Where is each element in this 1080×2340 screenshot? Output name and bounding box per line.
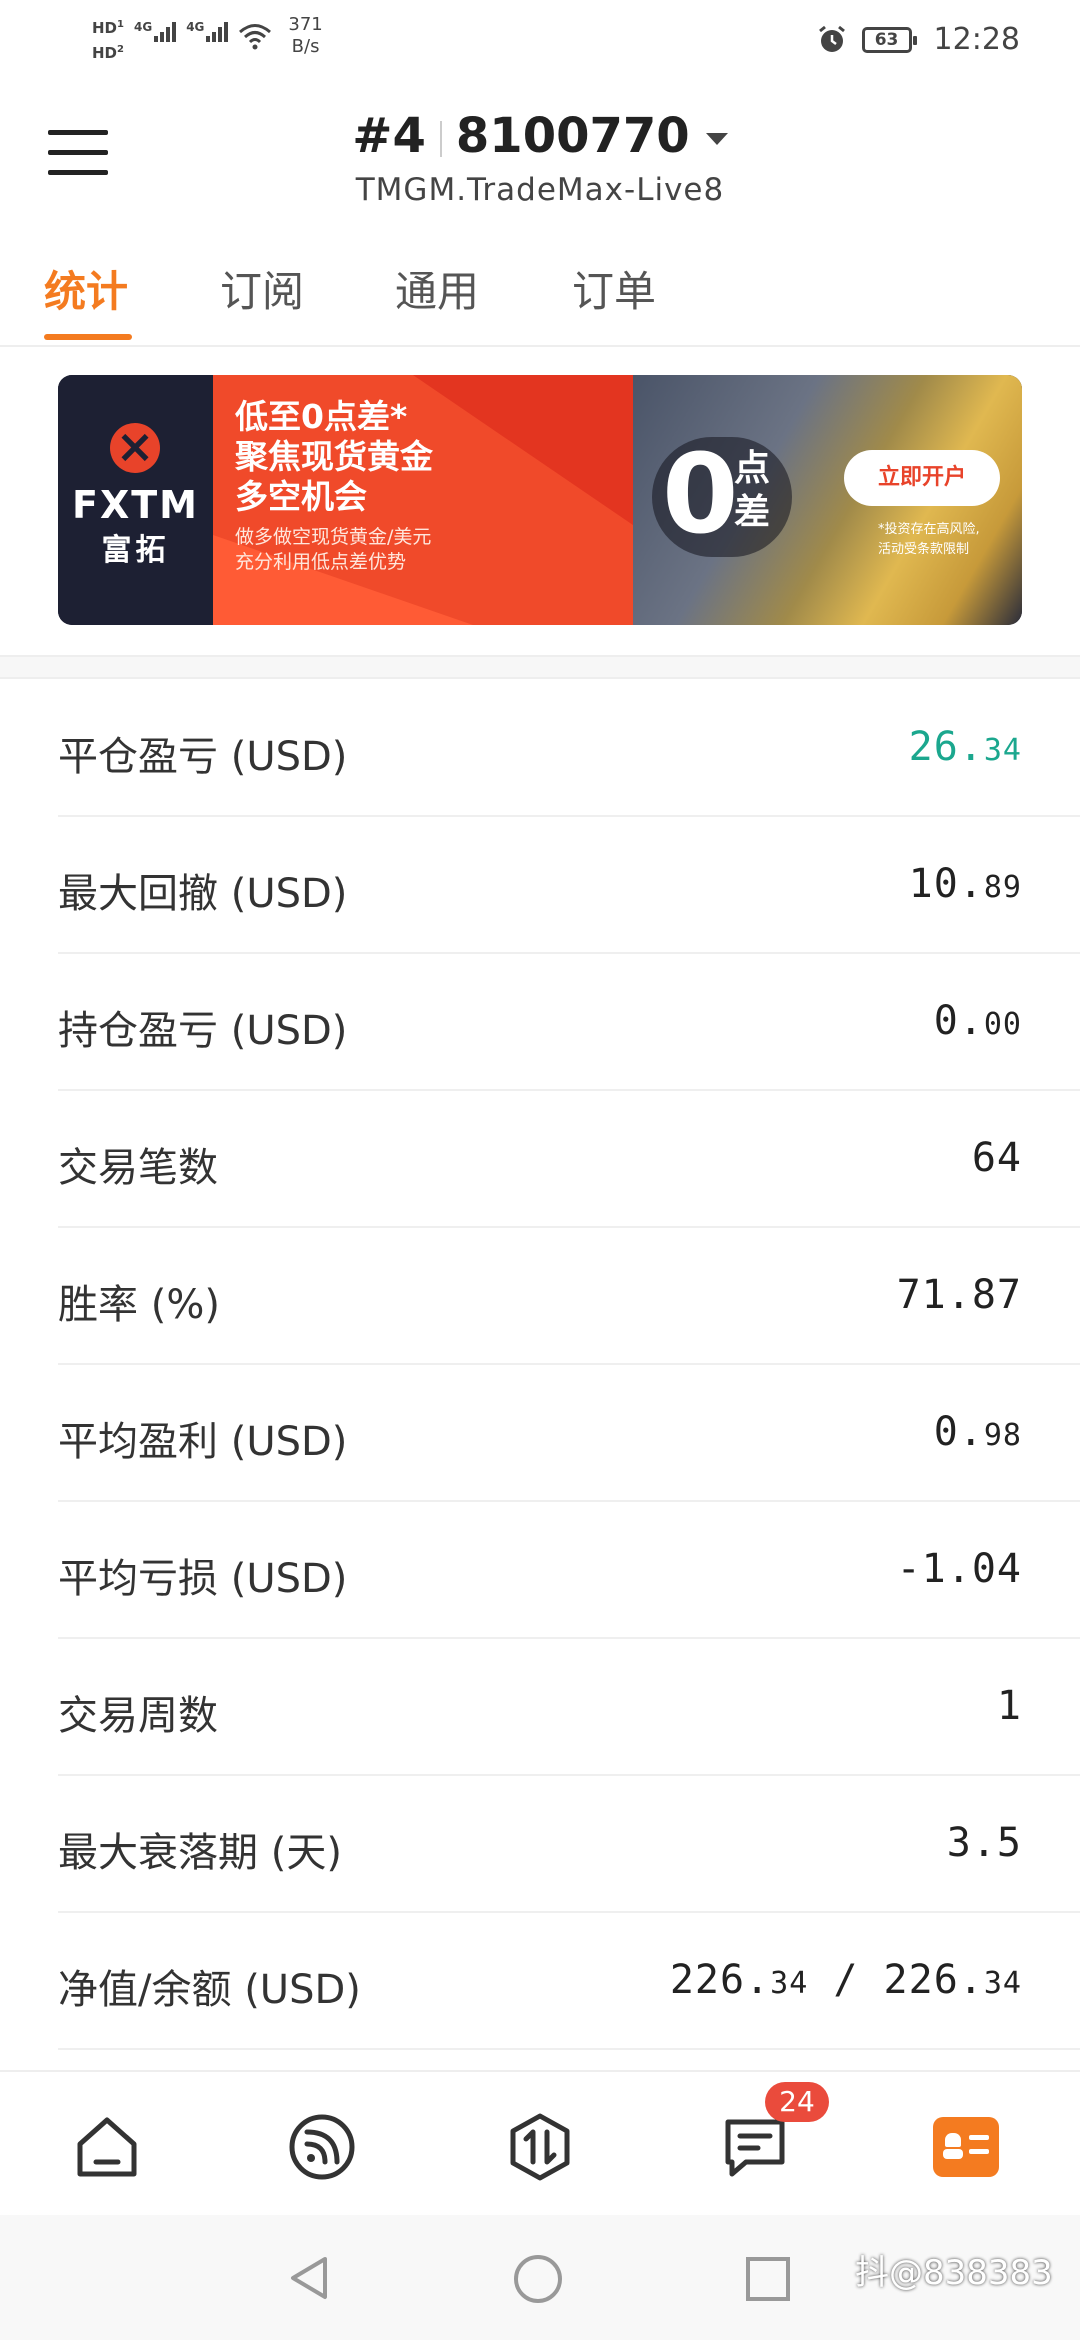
- stats-list: 平仓盈亏 (USD) 26.34 最大回撤 (USD) 10.89 持仓盈亏 (…: [0, 680, 1080, 2050]
- open-account-button[interactable]: 立即开户: [844, 450, 1000, 506]
- fxtm-logo-mark-icon: [110, 419, 160, 473]
- stat-row-equity-balance: 净值/余额 (USD) 226.34 / 226.34: [58, 1913, 1080, 2050]
- stat-row-trade-count: 交易笔数 64: [58, 1091, 1080, 1228]
- battery-icon: 63: [861, 26, 917, 53]
- tab-orders[interactable]: 订单: [572, 258, 656, 319]
- banner-headline: 低至0点差* 聚焦现货黄金 多空机会: [235, 397, 433, 516]
- stat-row-closed-pnl: 平仓盈亏 (USD) 26.34: [58, 680, 1080, 817]
- stat-value: 0.00: [933, 998, 1022, 1044]
- system-navigation-bar: 抖@838383: [0, 2215, 1080, 2340]
- banner-disclaimer: *投资存在高风险, 活动受条款限制: [878, 522, 980, 557]
- stat-row-win-rate: 胜率 (%) 71.87: [58, 1228, 1080, 1365]
- stat-value: 3.5: [946, 1820, 1022, 1866]
- status-bar: HD1 HD2 4G 4G 371 B/s 63 12:28: [0, 0, 1080, 80]
- watermark: 抖@838383: [855, 2253, 1053, 2293]
- fxtm-logo: FXTM 富拓: [58, 375, 213, 625]
- feed-icon[interactable]: [287, 2112, 357, 2182]
- signal-1-icon: 4G: [134, 20, 177, 42]
- stat-value: 0.98: [933, 1409, 1022, 1455]
- stat-value: 71.87: [896, 1272, 1022, 1318]
- stat-value: 1: [996, 1683, 1022, 1729]
- active-tab-indicator: [44, 334, 132, 340]
- stat-value: 10.89: [908, 861, 1022, 907]
- status-right: 63 12:28: [816, 22, 1020, 57]
- zero-spread-badge: 0 点差: [652, 430, 792, 558]
- stat-value: 64: [971, 1135, 1022, 1181]
- stat-value: 26.34: [908, 724, 1022, 770]
- trade-icon[interactable]: [505, 2112, 575, 2182]
- messages-badge: 24: [765, 2082, 829, 2122]
- network-speed: 371 B/s: [288, 14, 323, 57]
- tab-general[interactable]: 通用: [395, 258, 479, 319]
- tab-subscribe[interactable]: 订阅: [220, 258, 304, 319]
- alarm-icon: [818, 25, 845, 52]
- tab-bar: 统计 订阅 通用 订单: [0, 230, 1080, 347]
- account-server: TMGM.TradeMax-Live8: [355, 172, 725, 208]
- hd-indicators: HD1 HD2: [92, 19, 124, 62]
- home-icon[interactable]: [72, 2112, 142, 2182]
- banner-promo-panel: 低至0点差* 聚焦现货黄金 多空机会 做多做空现货黄金/美元 充分利用低点差优势: [213, 375, 633, 625]
- chevron-down-icon: [705, 133, 728, 145]
- messages-icon[interactable]: [720, 2112, 790, 2182]
- stat-value: -1.04: [896, 1546, 1022, 1592]
- clock: 12:28: [933, 22, 1020, 57]
- stat-row-avg-profit: 平均盈利 (USD) 0.98: [58, 1365, 1080, 1502]
- home-circle-icon[interactable]: [512, 2253, 564, 2305]
- stat-row-avg-loss: 平均亏损 (USD) -1.04: [58, 1502, 1080, 1639]
- profile-card-icon[interactable]: [933, 2117, 999, 2177]
- account-selector[interactable]: #4 8100770: [0, 108, 1080, 164]
- promo-banner[interactable]: FXTM 富拓 低至0点差* 聚焦现货黄金 多空机会 做多做空现货黄金/美元 充…: [58, 375, 1022, 625]
- tab-statistics[interactable]: 统计: [44, 258, 128, 319]
- wifi-icon: [239, 24, 272, 50]
- stat-row-max-drawdown: 最大回撤 (USD) 10.89: [58, 817, 1080, 954]
- status-left: HD1 HD2 4G 4G 371 B/s: [92, 14, 323, 64]
- bottom-navigation: 24: [0, 2070, 1080, 2217]
- banner-subtext: 做多做空现货黄金/美元 充分利用低点差优势: [235, 526, 432, 573]
- stat-row-trading-weeks: 交易周数 1: [58, 1639, 1080, 1776]
- account-number: #4: [352, 108, 426, 164]
- signal-2-icon: 4G: [186, 20, 229, 42]
- back-icon[interactable]: [285, 2253, 335, 2303]
- stat-row-open-pnl: 持仓盈亏 (USD) 0.00: [58, 954, 1080, 1091]
- stat-row-max-drawdown-period: 最大衰落期 (天) 3.5: [58, 1776, 1080, 1913]
- stat-value: 226.34 / 226.34: [669, 1957, 1022, 2003]
- app-header: #4 8100770 TMGM.TradeMax-Live8: [0, 80, 1080, 220]
- section-divider: [0, 655, 1080, 679]
- account-id: 8100770: [455, 108, 690, 164]
- recents-icon[interactable]: [744, 2255, 792, 2303]
